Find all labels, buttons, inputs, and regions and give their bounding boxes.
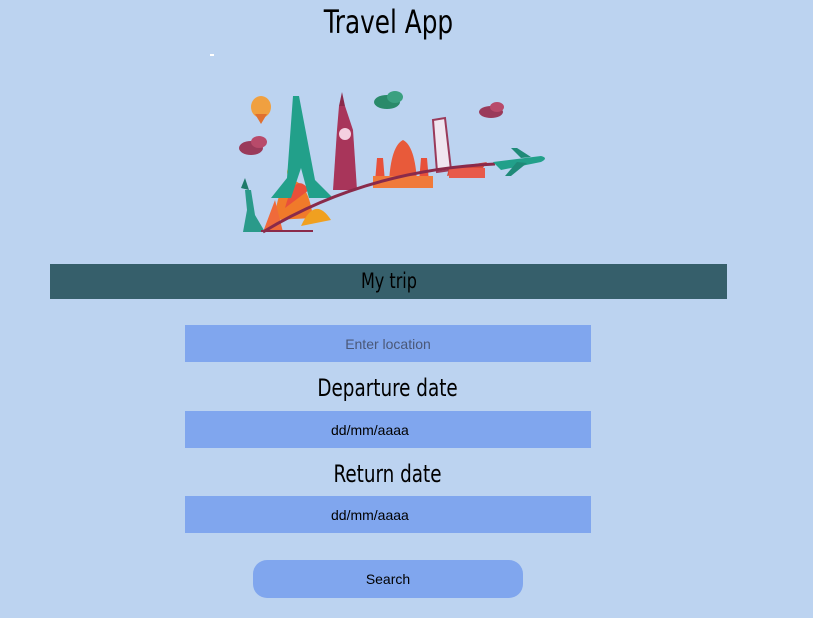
- return-date-input[interactable]: [185, 496, 591, 533]
- my-trip-title: My trip: [360, 269, 417, 293]
- eiffel-tower-icon: [271, 96, 333, 198]
- location-input[interactable]: [185, 325, 591, 362]
- departure-date-input[interactable]: [185, 411, 591, 448]
- leaning-tower-icon: [431, 116, 453, 174]
- cloud-icon: [479, 102, 504, 118]
- travel-landmarks-illustration: [210, 54, 545, 234]
- departure-date-label: Departure date: [317, 374, 459, 402]
- search-button[interactable]: Search: [253, 560, 523, 598]
- my-trip-header: My trip: [50, 264, 727, 299]
- app-title: Travel App: [323, 3, 454, 41]
- cloud-icon: [239, 136, 267, 155]
- airplane-icon: [493, 148, 545, 176]
- hot-air-balloon-icon: [251, 96, 271, 124]
- statue-icon: [241, 178, 265, 232]
- cloud-icon: [374, 91, 403, 109]
- return-date-label: Return date: [333, 460, 442, 488]
- big-ben-icon: [333, 92, 357, 190]
